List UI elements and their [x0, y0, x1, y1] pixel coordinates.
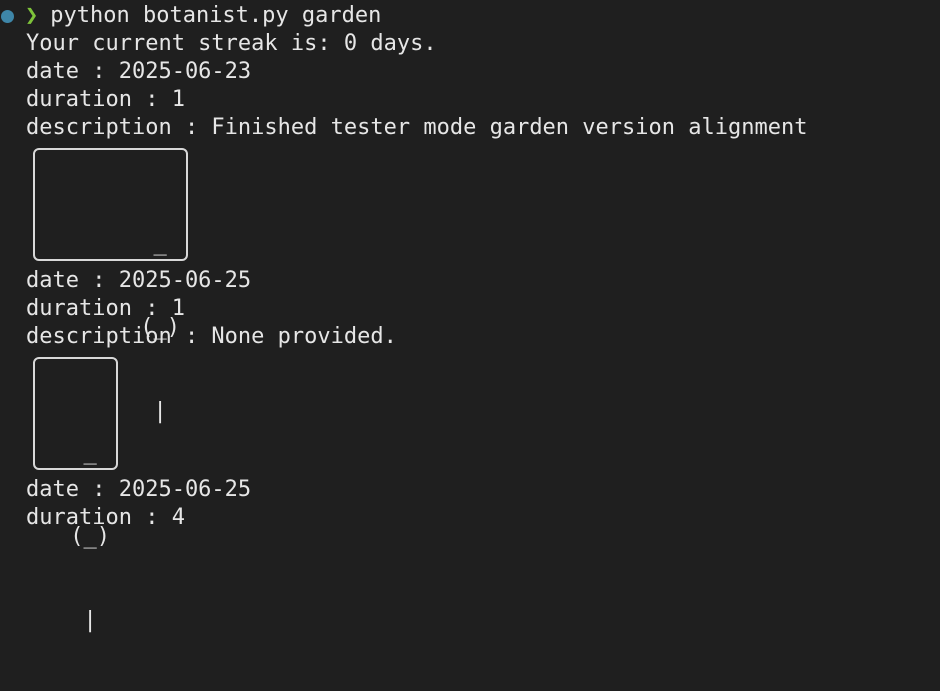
status-dot-icon	[1, 9, 14, 23]
plant-box: _ (_) |	[33, 357, 118, 633]
flower-row: (_)	[57, 524, 110, 549]
flower-row: _	[127, 231, 180, 256]
terminal-output: ❯ python botanist.py garden Your current…	[0, 2, 940, 633]
command-prompt: ❯ python botanist.py garden	[0, 2, 940, 30]
plant-box: _ (_) |	[33, 148, 188, 424]
flower-ascii-art: _ (_) |	[57, 383, 189, 691]
entry-date: date : 2025-06-23	[26, 59, 252, 84]
entry-duration: duration : 1	[26, 87, 185, 112]
garden-entry: date : 2025-06-23 duration : 1 descripti…	[0, 58, 940, 424]
flower-row: |	[57, 608, 110, 633]
flower-row: (_)	[127, 315, 180, 340]
streak-line: Your current streak is: 0 days.	[26, 31, 437, 56]
prompt-chevron-icon: ❯	[25, 3, 39, 28]
entry-description: description : Finished tester mode garde…	[26, 115, 808, 140]
command-text: python botanist.py garden	[50, 3, 382, 28]
flower-row: _	[57, 440, 110, 465]
